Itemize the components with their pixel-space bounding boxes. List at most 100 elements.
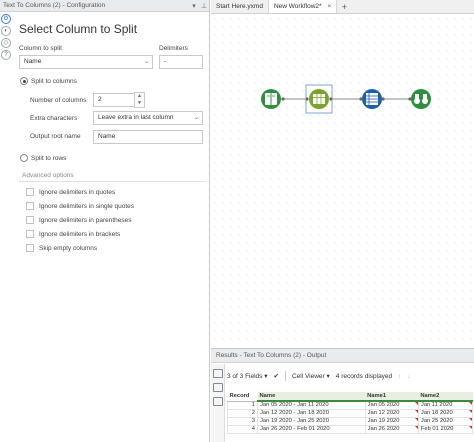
browse-binoculars-icon[interactable] (408, 89, 431, 109)
column-to-split-select[interactable]: Name ⌄ (19, 55, 153, 69)
workflow-diagram (261, 84, 431, 114)
workflow-tabs: Start Here.yxmd New Workflow2* × + (211, 0, 474, 14)
extra-characters-label: Extra characters (30, 115, 78, 122)
annotation-icon[interactable]: ◐ (1, 26, 11, 36)
delimiters-value: - (164, 58, 167, 65)
name2-cell[interactable]: Feb 01 2020 (417, 424, 474, 434)
output-root-name-value: Name (98, 133, 116, 140)
text-to-columns-tool-icon[interactable] (305, 84, 333, 114)
split-to-columns-label: Split to columns (31, 77, 77, 85)
table-row[interactable]: 2 Jan 12 2020 - Jan 18 2020 Jan 12 2020 … (227, 408, 474, 418)
help-icon[interactable]: ? (1, 50, 11, 60)
name1-cell[interactable]: Jan 12 2020 (364, 408, 419, 418)
extra-characters-select[interactable]: Leave extra in last column ⌄ (93, 111, 203, 125)
name1-cell[interactable]: Jan 26 2020 (364, 424, 419, 434)
table-header-row: Record Name Name1 Name2 (227, 392, 473, 402)
close-icon[interactable]: × (328, 0, 332, 13)
advanced-divider (19, 181, 205, 182)
tag-icon[interactable]: ◇ (1, 38, 11, 48)
arrow-up-icon[interactable]: ↑ (398, 373, 401, 380)
cell-viewer-label: Cell Viewer (291, 373, 325, 380)
option-ignore-single-quotes[interactable]: Ignore delimiters in single quotes (26, 202, 134, 210)
option-ignore-parentheses[interactable]: Ignore delimiters in parentheses (26, 216, 132, 224)
name1-cell[interactable]: Jan 19 2020 (364, 416, 419, 426)
checkbox-icon (26, 244, 34, 252)
config-heading: Select Column to Split (19, 22, 138, 36)
chevron-down-icon: ⌄ (193, 115, 199, 121)
delimiters-input[interactable]: - (159, 55, 203, 69)
tab-new-workflow2[interactable]: New Workflow2* × (268, 0, 338, 13)
results-title: Results - Text To Columns (2) - Output (211, 349, 474, 363)
cell-viewer-selector[interactable]: Cell Viewer ▾ (292, 372, 330, 380)
checkmark-icon[interactable]: ✔ (274, 372, 279, 380)
name2-cell[interactable]: Jan 18 2020 (417, 408, 474, 418)
config-title: Text To Columns (2) - Configuration (3, 2, 106, 9)
input-data-tool-icon[interactable] (261, 89, 285, 109)
fields-count: 3 of 3 Fields (227, 373, 263, 380)
config-title-bar: Text To Columns (2) - Configuration ▾ ⊥ (0, 0, 209, 12)
record-cell: 3 (227, 416, 258, 426)
column-header-record[interactable]: Record (227, 392, 258, 402)
config-side-toolbar: ⚙ ◐ ◇ ? (1, 14, 13, 60)
record-cell: 1 (227, 400, 258, 410)
output-root-name-input[interactable]: Name (93, 130, 203, 144)
name-cell[interactable]: Jan 05 2020 - Jan 11 2020 (257, 400, 366, 410)
name-cell[interactable]: Jan 26 2020 - Feb 01 2020 (257, 424, 366, 434)
number-of-columns-value: 2 (98, 96, 102, 103)
table-row[interactable]: 3 Jan 19 2020 - Jan 25 2020 Jan 19 2020 … (227, 416, 474, 426)
split-to-rows-label: Split to rows (31, 154, 67, 162)
results-side-toolbar (211, 364, 225, 442)
option-label: Ignore delimiters in brackets (39, 230, 121, 238)
dropdown-icon[interactable]: ▾ (189, 2, 199, 10)
number-of-columns-stepper[interactable]: ▲ ▼ (134, 92, 145, 108)
split-to-columns-radio[interactable]: Split to columns (20, 77, 77, 85)
split-to-rows-radio[interactable]: Split to rows (20, 154, 66, 162)
checkbox-icon (26, 202, 34, 210)
number-of-columns-label: Number of columns (30, 97, 87, 104)
checkbox-icon (26, 230, 34, 238)
advanced-options-label: Advanced options (22, 172, 77, 179)
arrow-down-icon[interactable]: ↓ (407, 373, 410, 380)
name-cell[interactable]: Jan 12 2020 - Jan 18 2020 (257, 408, 366, 418)
option-ignore-brackets[interactable]: Ignore delimiters in brackets (26, 230, 120, 238)
message-icon[interactable] (213, 397, 223, 406)
metadata-icon[interactable] (213, 383, 223, 392)
results-window: Results - Text To Columns (2) - Output 3… (211, 348, 474, 442)
toolbar-divider (284, 371, 286, 381)
tab-start-here[interactable]: Start Here.yxmd (211, 0, 269, 13)
fields-selector[interactable]: 3 of 3 Fields ▾ (227, 372, 268, 380)
name-cell[interactable]: Jan 19 2020 - Jan 25 2020 (257, 416, 366, 426)
column-header-name2[interactable]: Name2 (418, 392, 473, 402)
name2-cell[interactable]: Jan 11 2020 (417, 400, 474, 410)
configuration-gear-icon[interactable]: ⚙ (1, 14, 11, 24)
option-ignore-quotes[interactable]: Ignore delimiters in quotes (26, 188, 115, 196)
record-cell: 2 (227, 408, 258, 418)
option-skip-empty-columns[interactable]: Skip empty columns (26, 244, 97, 252)
extra-characters-value: Leave extra in last column (98, 114, 174, 121)
table-row[interactable]: 1 Jan 05 2020 - Jan 11 2020 Jan 05 2020 … (227, 400, 474, 410)
column-to-split-value: Name (24, 58, 42, 65)
workflow-canvas[interactable] (211, 15, 474, 345)
configuration-panel: Text To Columns (2) - Configuration ▾ ⊥ … (0, 0, 210, 442)
name1-cell[interactable]: Jan 05 2020 (364, 400, 419, 410)
column-header-name1[interactable]: Name1 (365, 392, 419, 402)
checkbox-icon (26, 216, 34, 224)
number-of-columns-input[interactable]: 2 (93, 93, 135, 107)
records-displayed: 4 records displayed (335, 372, 393, 380)
column-header-name[interactable]: Name (257, 392, 366, 402)
tab-label: New Workflow2* (273, 3, 322, 10)
formula-tool-icon[interactable] (359, 89, 385, 109)
output-root-name-label: Output root name (30, 133, 81, 140)
tab-label: Start Here.yxmd (216, 3, 263, 10)
table-row[interactable]: 4 Jan 26 2020 - Feb 01 2020 Jan 26 2020 … (227, 424, 474, 434)
results-table: Record Name Name1 Name2 1 Jan 05 2020 - … (227, 392, 474, 434)
option-label: Ignore delimiters in parentheses (39, 216, 132, 224)
add-tab-button[interactable]: + (337, 0, 351, 13)
option-label: Skip empty columns (39, 244, 98, 252)
name2-cell[interactable]: Jan 25 2020 (417, 416, 474, 426)
table-view-icon[interactable] (213, 369, 223, 378)
pin-icon[interactable]: ⊥ (199, 2, 209, 10)
results-toolbar: 3 of 3 Fields ▾ ✔ Cell Viewer ▾ 4 record… (227, 371, 411, 381)
radio-unselected-icon (20, 154, 28, 162)
option-label: Ignore delimiters in quotes (39, 188, 116, 196)
